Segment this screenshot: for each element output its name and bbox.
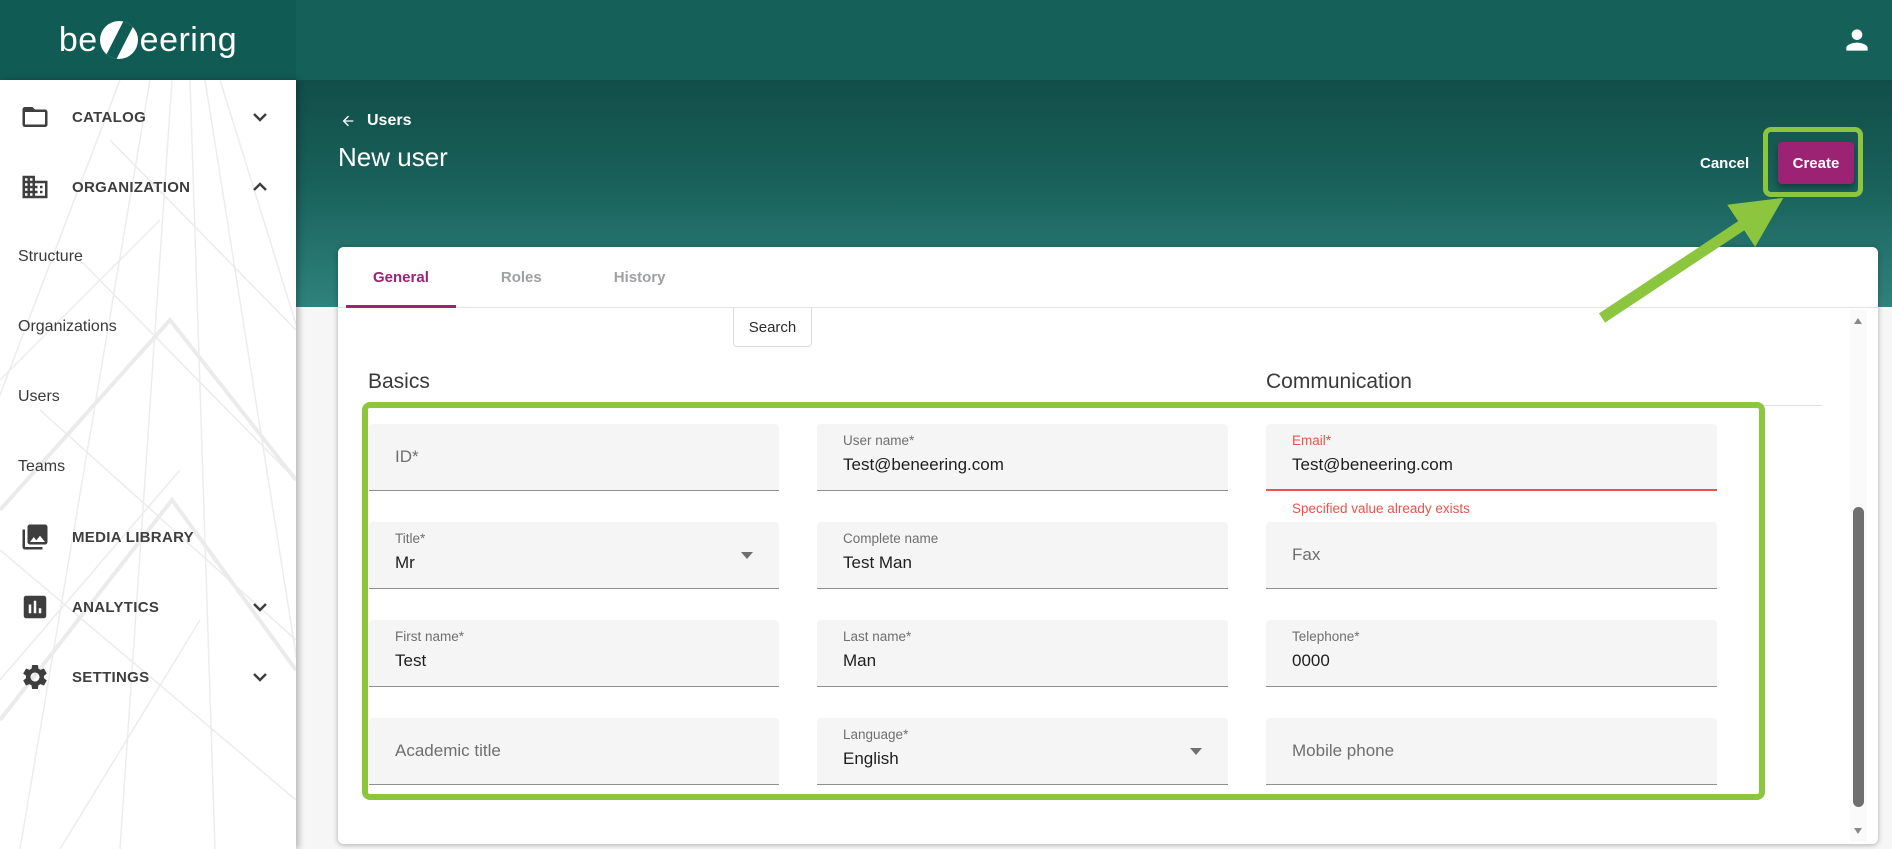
sidebar-item-users[interactable]: Users	[0, 362, 296, 432]
communication-section-title: Communication	[1266, 370, 1412, 393]
sidebar-item-settings[interactable]: SETTINGS	[0, 642, 296, 712]
back-arrow-icon	[342, 115, 354, 127]
sidebar-item-analytics[interactable]: ANALYTICS	[0, 572, 296, 642]
scroll-up-icon[interactable]	[1854, 318, 1862, 324]
cancel-button[interactable]: Cancel	[1688, 148, 1761, 178]
back-to-users-link[interactable]: Users	[338, 112, 411, 130]
sidebar-item-media-library[interactable]: MEDIA LIBRARY	[0, 502, 296, 572]
last-name-field[interactable]: Last name* Man	[817, 620, 1228, 687]
sidebar-item-structure[interactable]: Structure	[0, 222, 296, 292]
brand-logo[interactable]: be eering	[0, 0, 296, 80]
dropdown-caret-icon	[741, 552, 753, 559]
user-form-card: General Roles History Search Basics Comm…	[338, 247, 1878, 844]
brand-logo-text: be eering	[58, 20, 238, 59]
vertical-scrollbar[interactable]	[1850, 310, 1867, 842]
sidebar-item-organizations[interactable]: Organizations	[0, 292, 296, 362]
back-link-label: Users	[367, 112, 412, 129]
analytics-icon	[23, 595, 47, 619]
tab-bar: General Roles History	[338, 247, 1878, 308]
building-icon	[22, 175, 48, 199]
chevron-down-icon	[253, 113, 267, 122]
user-name-field[interactable]: User name* Test@beneering.com	[817, 424, 1228, 491]
telephone-field[interactable]: Telephone* 0000	[1266, 620, 1717, 687]
tab-general[interactable]: General	[346, 247, 456, 308]
sidebar-item-teams[interactable]: Teams	[0, 432, 296, 502]
media-library-icon	[22, 524, 48, 550]
email-field[interactable]: Email* Test@beneering.com	[1266, 424, 1717, 491]
scroll-down-icon[interactable]	[1854, 828, 1862, 834]
scrollbar-thumb[interactable]	[1853, 507, 1864, 807]
brand-logo-n-icon	[99, 20, 138, 59]
academic-title-field[interactable]: Academic title	[369, 718, 779, 785]
basics-divider	[366, 405, 1230, 406]
chevron-down-icon	[253, 603, 267, 612]
email-error-text: Specified value already exists	[1292, 501, 1470, 516]
tab-roles[interactable]: Roles	[474, 247, 569, 307]
sidebar-nav: CATALOG ORGANIZATION Structure Organizat…	[0, 80, 296, 849]
complete-name-field[interactable]: Complete name Test Man	[817, 522, 1228, 589]
active-tab-underline	[346, 305, 456, 308]
create-button[interactable]: Create	[1778, 142, 1854, 184]
title-select[interactable]: Title* Mr	[369, 522, 779, 589]
account-person-icon[interactable]	[1841, 24, 1873, 56]
chevron-down-icon	[253, 673, 267, 682]
fax-field[interactable]: Fax	[1266, 522, 1717, 589]
page-title: New user	[338, 142, 448, 172]
language-select[interactable]: Language* English	[817, 718, 1228, 785]
basics-section-title: Basics	[368, 370, 430, 393]
dropdown-caret-icon	[1190, 748, 1202, 755]
first-name-field[interactable]: First name* Test	[369, 620, 779, 687]
sidebar-item-organization[interactable]: ORGANIZATION	[0, 152, 296, 222]
id-field[interactable]: ID*	[369, 424, 779, 491]
mobile-phone-field[interactable]: Mobile phone	[1266, 718, 1717, 785]
communication-divider	[1264, 405, 1822, 406]
sidebar-item-catalog[interactable]: CATALOG	[0, 82, 296, 152]
chevron-up-icon	[253, 182, 267, 191]
gear-icon	[23, 665, 47, 689]
folder-icon	[22, 107, 48, 127]
tab-history[interactable]: History	[587, 247, 693, 307]
